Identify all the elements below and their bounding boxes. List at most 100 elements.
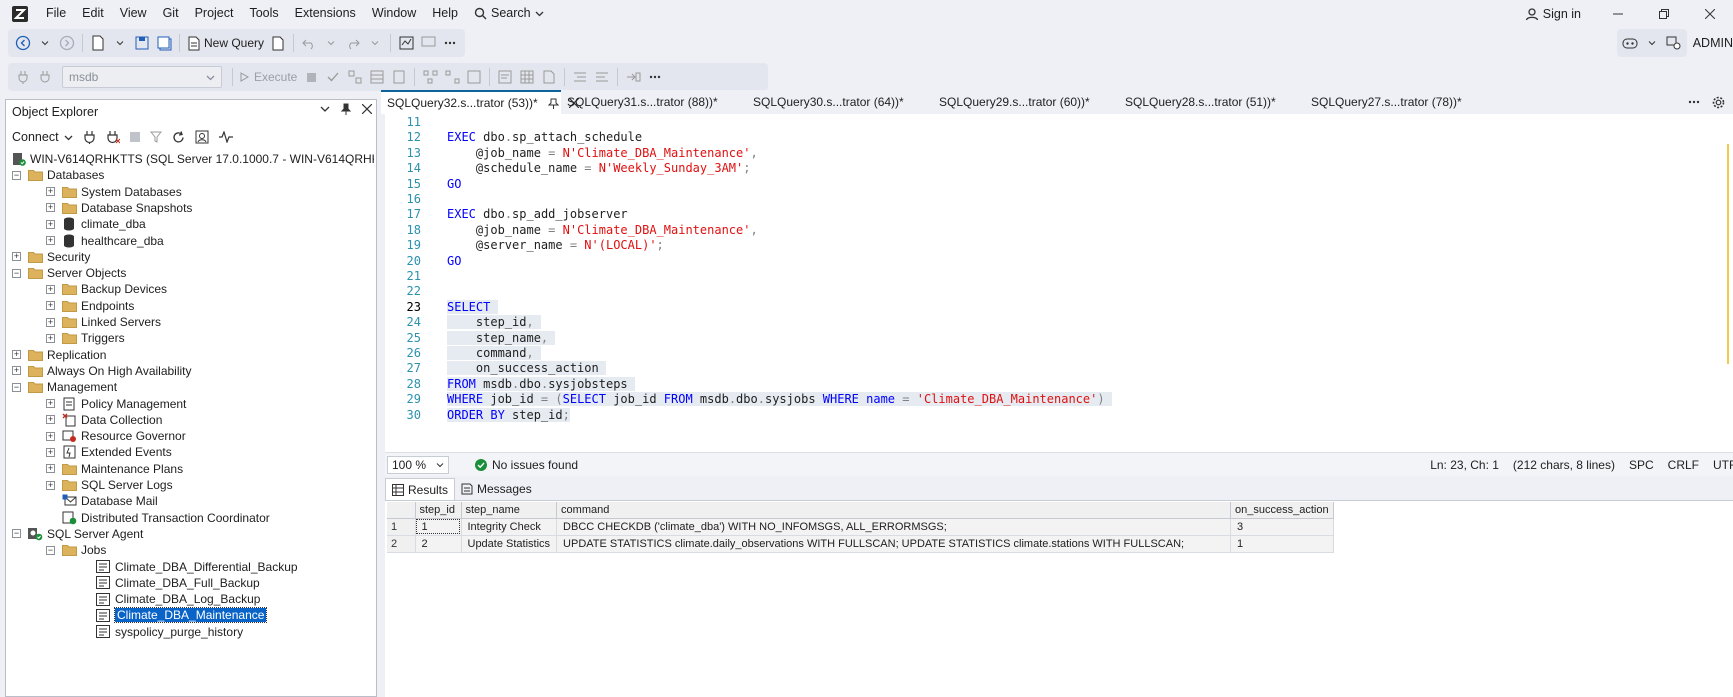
collapse-icon[interactable]: − [12,268,21,278]
close-window-button[interactable] [1687,0,1733,27]
tree-item[interactable]: −WIN-V614QRHKTTS (SQL Server 17.0.1000.7… [12,151,374,167]
column-header-step-id[interactable]: step_id [415,502,462,519]
tab-messages[interactable]: Messages [455,478,538,500]
code-line[interactable]: 18 @job_name = N'Climate_DBA_Maintenance… [385,223,1733,238]
tab-sqlquery30[interactable]: SQLQuery30.s...trator (64))* [747,90,933,114]
tree-item[interactable]: − Databases [12,167,104,183]
cell-on-success-action[interactable]: 3 [1230,518,1334,536]
cell-step-name[interactable]: Integrity Check [461,518,558,536]
tree-item[interactable]: + Backup Devices [46,281,167,297]
menu-file[interactable]: File [38,0,74,27]
sign-in-button[interactable]: Sign in [1525,7,1595,21]
oe-activity-button[interactable] [218,131,233,143]
tab-results[interactable]: Results [385,478,456,500]
indentation-mode[interactable]: SPC [1629,458,1654,472]
comment-lines-button[interactable] [569,65,591,89]
forward-button[interactable] [56,31,78,55]
expand-icon[interactable]: + [46,399,55,408]
row-number-header[interactable] [387,502,416,519]
oe-connect-button[interactable] [83,130,96,144]
expand-icon[interactable]: + [46,317,55,327]
tree-item[interactable]: Climate_DBA_Differential_Backup [80,559,298,575]
column-header-on-success-action[interactable]: on_success_action [1230,502,1334,519]
row-number[interactable]: 1 [387,518,416,536]
collapse-icon[interactable]: − [12,170,21,180]
encoding[interactable]: UTF- [1713,458,1733,472]
tab-settings-button[interactable] [1712,96,1725,109]
code-line[interactable]: 15 GO [385,177,1733,192]
include-plan-button[interactable] [419,65,441,89]
results-grid[interactable]: step_id step_name command on_success_act… [385,500,1733,697]
code-line[interactable]: 27 on_success_action [385,361,1733,376]
change-connection-button[interactable] [34,65,56,89]
restore-button[interactable] [1641,0,1687,27]
tree-item[interactable]: Database Mail [46,493,158,509]
expand-icon[interactable]: + [46,301,55,311]
menu-window[interactable]: Window [364,0,424,27]
line-ending[interactable]: CRLF [1668,458,1699,472]
tree-item[interactable]: + System Databases [46,184,182,200]
code-line[interactable]: 19 @server_name = N'(LOCAL)'; [385,238,1733,253]
uncomment-lines-button[interactable] [591,65,613,89]
code-line[interactable]: 23 SELECT [385,299,1733,315]
oe-pin-button[interactable] [340,103,352,115]
tree-item[interactable]: Climate_DBA_Full_Backup [80,575,260,591]
collapse-icon[interactable]: − [12,382,21,392]
tree-item[interactable]: + Linked Servers [46,314,161,330]
specify-values-button[interactable] [622,65,644,89]
expand-icon[interactable]: + [46,447,55,457]
table-row[interactable]: 1 1 Integrity Check DBCC CHECKDB ('clima… [387,518,1334,536]
save-button[interactable] [131,31,153,55]
oe-close-button[interactable] [362,104,372,114]
parse-button[interactable] [322,65,344,89]
redo-button[interactable] [342,31,364,55]
live-share-button[interactable] [1663,31,1685,55]
cell-step-id[interactable]: 1 [415,518,462,536]
expand-icon[interactable]: + [46,480,55,490]
menu-view[interactable]: View [112,0,155,27]
tree-item[interactable]: Distributed Transaction Coordinator [46,510,270,526]
client-stats-button[interactable] [463,65,485,89]
tree-item[interactable]: + Resource Governor [46,428,186,444]
tree-item[interactable]: syspolicy_purge_history [80,624,243,640]
tree-item[interactable]: + Policy Management [46,396,186,412]
code-line[interactable]: 26 command, [385,346,1733,361]
expand-icon[interactable]: + [12,252,21,262]
code-line[interactable]: 12 EXEC dbo.sp_attach_schedule [385,130,1733,145]
code-line[interactable]: 25 step_name, [385,330,1733,346]
tree-item[interactable]: + Endpoints [46,298,134,314]
query-options-button[interactable] [366,65,388,89]
results-to-text-button[interactable] [494,65,516,89]
code-line[interactable]: 29 WHERE job_id = (SELECT job_id FROM msd… [385,392,1733,407]
more-sql-toolbar-button[interactable] [644,65,666,89]
menu-git[interactable]: Git [155,0,187,27]
tab-pin-button[interactable] [547,98,559,109]
minimize-button[interactable] [1595,0,1641,27]
zoom-select[interactable]: 100 % [387,455,449,474]
cursor-position[interactable]: Ln: 23, Ch: 1 [1430,458,1499,472]
tree-item[interactable]: + Triggers [46,330,125,346]
cell-on-success-action[interactable]: 1 [1230,535,1334,553]
live-stats-button[interactable] [441,65,463,89]
display-plan-button[interactable] [344,65,366,89]
expand-icon[interactable]: + [12,350,21,360]
code-line[interactable]: 17 EXEC dbo.sp_add_jobserver [385,207,1733,222]
comment-button[interactable] [417,31,439,55]
oe-disconnect-button[interactable] [106,130,120,144]
tree-item[interactable]: Climate_DBA_Log_Backup [80,591,260,607]
tab-sqlquery32[interactable]: SQLQuery32.s...trator (53))* [381,90,579,114]
expand-icon[interactable]: + [46,203,55,213]
oe-stop-button[interactable] [129,132,140,142]
cell-step-id[interactable]: 2 [415,535,462,553]
execute-button[interactable]: Execute [237,65,300,89]
cell-command[interactable]: UPDATE STATISTICS climate.daily_observat… [556,535,1232,553]
menu-help[interactable]: Help [424,0,466,27]
code-line[interactable]: 16 [385,192,1733,207]
menu-tools[interactable]: Tools [241,0,286,27]
back-dropdown[interactable] [34,31,56,55]
oe-collapse-button[interactable] [195,130,209,144]
menu-extensions[interactable]: Extensions [287,0,364,27]
expand-icon[interactable]: + [46,464,55,474]
copilot-dropdown[interactable] [1641,31,1663,55]
tree-item[interactable]: + Always On High Availability [12,363,192,379]
